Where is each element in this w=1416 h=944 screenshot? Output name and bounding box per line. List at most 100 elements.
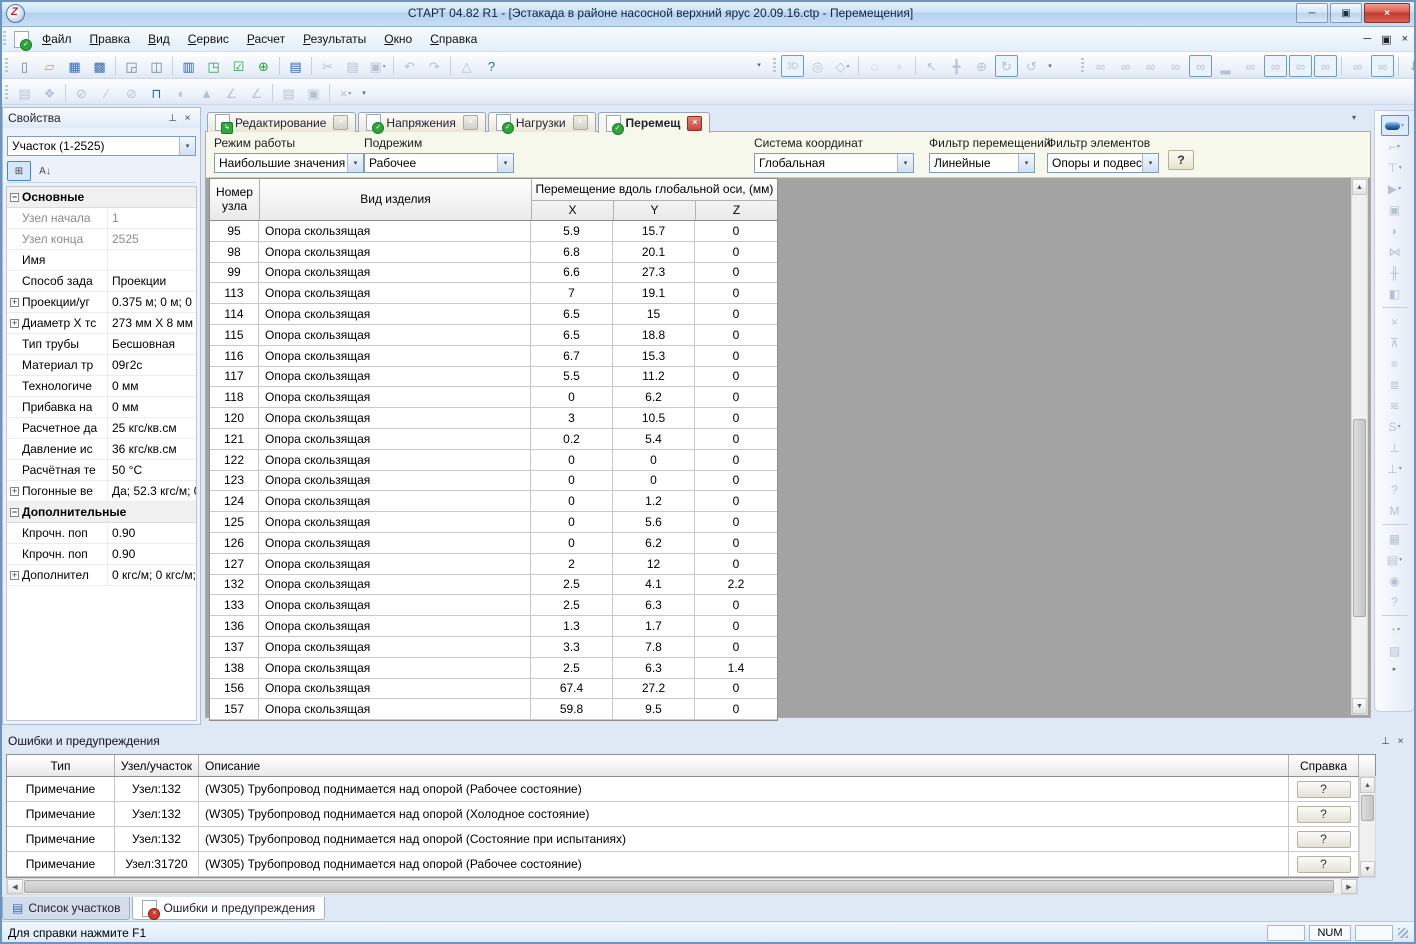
table-row[interactable]: 122Опора скользящая000 <box>210 450 777 471</box>
table-row[interactable]: 114Опора скользящая6.5150 <box>210 304 777 325</box>
find-icon[interactable]: ◎ <box>806 55 829 77</box>
property-value[interactable]: 0.90 <box>108 526 196 540</box>
input-table-icon[interactable]: ▥ <box>177 55 200 77</box>
filter-combo-3[interactable]: Глобальная▾ <box>754 153 914 173</box>
table-row[interactable]: 157Опора скользящая59.89.50 <box>210 699 777 720</box>
results-view-7-icon[interactable]: ∞ <box>1239 55 1262 77</box>
menu-item-window[interactable]: Окно <box>375 29 421 49</box>
transition-icon[interactable]: ◧ <box>1381 283 1409 304</box>
errors-vertical-scrollbar[interactable]: ▲ ▼ <box>1359 776 1376 878</box>
property-value[interactable]: 0 кгс/м; 0 кгс/м; <box>108 568 196 582</box>
property-value[interactable]: Проекции <box>108 274 196 288</box>
print-preview-icon[interactable]: ◲ <box>120 55 143 77</box>
bellows-icon[interactable]: ▦ <box>1381 528 1409 549</box>
filter-help-button[interactable]: ? <box>1168 150 1194 170</box>
overflow-icon[interactable]: ▾ <box>358 83 370 103</box>
table-row[interactable]: 98Опора скользящая6.820.10 <box>210 242 777 263</box>
tab-close-icon[interactable]: × <box>573 115 588 130</box>
tab-close-icon[interactable]: × <box>687 116 702 131</box>
filter-combo-5[interactable]: Опоры и подвески▾ <box>1047 153 1159 173</box>
insert-node-icon[interactable]: ⊘ <box>70 82 93 104</box>
property-group-row[interactable]: −Основные <box>7 187 196 208</box>
paste-fragment-icon[interactable]: ▣ <box>302 82 325 104</box>
delete-icon[interactable]: ×▾ <box>334 82 357 104</box>
error-help-button[interactable]: ? <box>1297 856 1351 873</box>
reducer-icon[interactable]: ▶▾ <box>1381 178 1409 199</box>
copy-icon[interactable]: ▤ <box>341 55 364 77</box>
results-view-11-icon[interactable]: ∞ <box>1346 55 1369 77</box>
panel-close-icon[interactable]: × <box>180 111 195 126</box>
error-row[interactable]: ПримечаниеУзел:132(W305) Трубопровод под… <box>7 802 1375 827</box>
export-document-icon[interactable]: ◳ <box>202 55 225 77</box>
scroll-down-icon[interactable]: ▼ <box>1352 698 1367 714</box>
maximize-button[interactable]: ▣ <box>1330 3 1362 23</box>
collapse-icon[interactable]: − <box>10 193 19 202</box>
property-value[interactable]: 2525 <box>108 232 196 246</box>
property-value[interactable]: 0.375 м; 0 м; 0 м <box>108 295 196 309</box>
elbow-icon[interactable]: ⌐▾ <box>1381 136 1409 157</box>
results-view-6-icon[interactable]: ▂ <box>1214 55 1237 77</box>
sliding-support-icon[interactable]: ≡ <box>1381 353 1409 374</box>
soil-section-icon[interactable]: ▨ <box>1381 640 1409 661</box>
menu-item-results[interactable]: Результаты <box>294 29 375 49</box>
table-row[interactable]: 95Опора скользящая5.915.70 <box>210 221 777 242</box>
custom-support-icon[interactable]: ? <box>1381 479 1409 500</box>
errors-horizontal-scrollbar[interactable]: ◀ ▶ <box>6 878 1358 895</box>
tab-Напряжения[interactable]: Напряжения× <box>358 112 485 132</box>
valve-icon[interactable]: ⋈ <box>1381 241 1409 262</box>
minimize-button[interactable]: ─ <box>1296 3 1328 23</box>
error-help-button[interactable]: ? <box>1297 831 1351 848</box>
insert-anchor-icon[interactable]: ⊓ <box>145 82 168 104</box>
spring-hanger-icon[interactable]: S▾ <box>1381 416 1409 437</box>
table-row[interactable]: 120Опора скользящая310.50 <box>210 408 777 429</box>
table-row[interactable]: 132Опора скользящая2.54.12.2 <box>210 575 777 596</box>
export-results-icon[interactable]: ⇩ <box>1403 55 1416 77</box>
resize-grip[interactable] <box>1398 928 1408 938</box>
pin-icon[interactable]: ⊥ <box>1378 734 1393 749</box>
custom-bellows-icon[interactable]: ? <box>1381 591 1409 612</box>
table-row[interactable]: 121Опора скользящая0.25.40 <box>210 429 777 450</box>
menu-item-help[interactable]: Справка <box>421 29 486 49</box>
object-selector-combo[interactable]: Участок (1-2525) ▾ <box>7 136 196 156</box>
new-file-icon[interactable]: ▯ <box>13 55 36 77</box>
property-value[interactable]: Бесшовная <box>108 337 196 351</box>
expand-icon[interactable]: + <box>10 319 19 328</box>
property-value[interactable]: 0 мм <box>108 400 196 414</box>
measure-angle-icon[interactable]: ∠ <box>245 82 268 104</box>
menu-item-service[interactable]: Сервис <box>179 29 238 49</box>
display-mode-icon[interactable]: ◇▾ <box>831 55 854 77</box>
filter-combo-1[interactable]: Наибольшие значения (абс.)▾ <box>214 153 364 173</box>
pipe-segment-icon[interactable]: ▾ <box>1381 115 1409 136</box>
print-icon[interactable]: ◫ <box>145 55 168 77</box>
element-properties-icon[interactable]: ▤ <box>13 82 36 104</box>
mirror-fragment-icon[interactable]: ▲ <box>195 82 218 104</box>
orbit-icon[interactable]: ↻ <box>995 55 1018 77</box>
zoom-extents-icon[interactable]: ▫ <box>888 55 911 77</box>
table-vertical-scrollbar[interactable]: ▲ ▼ <box>1351 178 1368 715</box>
scrollbar-thumb[interactable] <box>1361 795 1374 821</box>
property-value[interactable]: 273 мм X 8 мм <box>108 316 196 330</box>
pan-icon[interactable]: ╋ <box>945 55 968 77</box>
results-view-3-icon[interactable]: ∞ <box>1139 55 1162 77</box>
child-minimize-icon[interactable]: ─ <box>1363 33 1371 46</box>
calculator-icon[interactable]: ▤ <box>284 55 307 77</box>
table-row[interactable]: 118Опора скользящая06.20 <box>210 387 777 408</box>
redo-icon[interactable]: ↷ <box>423 55 446 77</box>
menu-item-edit[interactable]: Правка <box>81 29 140 49</box>
property-value[interactable]: 0 мм <box>108 379 196 393</box>
results-view-4-icon[interactable]: ∞ <box>1164 55 1187 77</box>
cap-icon[interactable]: ◗ <box>1381 220 1409 241</box>
child-close-icon[interactable]: × <box>1402 33 1408 46</box>
measure-icon[interactable]: △ <box>455 55 478 77</box>
table-row[interactable]: 117Опора скользящая5.511.20 <box>210 367 777 388</box>
results-view-5-icon[interactable]: ∞ <box>1189 55 1212 77</box>
property-group-row[interactable]: −Дополнительные <box>7 502 196 523</box>
sort-alphabetical-button[interactable]: A↓ <box>33 161 57 181</box>
property-value[interactable]: 0.90 <box>108 547 196 561</box>
table-row[interactable]: 126Опора скользящая06.20 <box>210 533 777 554</box>
results-view-9-icon[interactable]: ∞ <box>1289 55 1312 77</box>
check-model-icon[interactable]: ☑ <box>227 55 250 77</box>
table-row[interactable]: 125Опора скользящая05.60 <box>210 512 777 533</box>
delete-element-icon[interactable]: × <box>1381 311 1409 332</box>
close-button[interactable]: × <box>1364 3 1410 23</box>
